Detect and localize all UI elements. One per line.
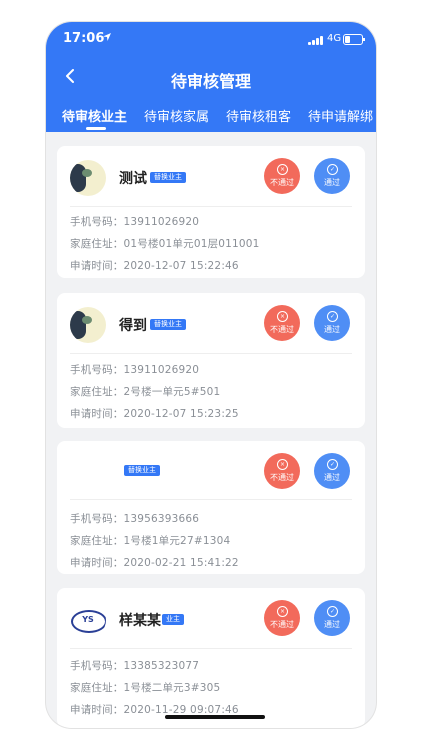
avatar: YS — [70, 602, 106, 638]
apply-time-row: 申请时间：2020-12-07 15:22:46 — [70, 260, 239, 272]
reject-button[interactable]: × 不通过 — [264, 158, 300, 194]
avatar — [70, 160, 106, 196]
apply-time-row: 申请时间：2020-02-21 15:41:22 — [70, 557, 239, 569]
address-row: 家庭住址：2号楼一单元5#501 — [70, 386, 221, 398]
close-circle-icon: × — [277, 606, 288, 617]
battery-icon — [343, 34, 365, 45]
divider — [70, 353, 352, 354]
owner-name: 样某某 — [119, 613, 161, 629]
tab-pending-tenant[interactable]: 待审核租客 — [226, 106, 291, 125]
home-indicator[interactable] — [165, 715, 265, 719]
network-type: 4G — [327, 33, 342, 44]
check-circle-icon: ✓ — [327, 164, 338, 175]
avatar — [70, 307, 106, 343]
reject-button[interactable]: × 不通过 — [264, 453, 300, 489]
check-circle-icon: ✓ — [327, 606, 338, 617]
tab-bar: 待审核业主 待审核家属 待审核租客 待申请解绑 — [46, 106, 376, 132]
approve-button[interactable]: ✓ 通过 — [314, 600, 350, 636]
close-circle-icon: × — [277, 164, 288, 175]
phone-row: 手机号码：13911026920 — [70, 216, 200, 228]
location-arrow-icon — [103, 33, 111, 41]
status-badge: 替换业主 — [150, 319, 186, 330]
address-row: 家庭住址：01号楼01单元01层011001 — [70, 238, 260, 250]
approve-button[interactable]: ✓ 通过 — [314, 453, 350, 489]
phone-row: 手机号码：13385323077 — [70, 660, 200, 672]
divider — [70, 648, 352, 649]
status-badge: 替换业主 — [124, 465, 160, 476]
reject-button[interactable]: × 不通过 — [264, 305, 300, 341]
status-badge: 业主 — [162, 614, 184, 625]
list-item: 测试 替换业主 × 不通过 ✓ 通过 手机号码：13911026920 家庭住址：0… — [57, 146, 365, 278]
active-tab-indicator — [86, 127, 106, 130]
list-item: 替换业主 × 不通过 ✓ 通过 手机号码：13956393666 家庭住址：1号楼1… — [57, 441, 365, 574]
divider — [70, 499, 352, 500]
address-row: 家庭住址：1号楼1单元27#1304 — [70, 535, 231, 547]
reject-button[interactable]: × 不通过 — [264, 600, 300, 636]
signal-icon — [308, 36, 324, 45]
approve-button[interactable]: ✓ 通过 — [314, 158, 350, 194]
status-time: 17:06 — [63, 31, 105, 46]
tab-pending-family[interactable]: 待审核家属 — [144, 106, 209, 125]
app-header: 17:06 4G 待审核管理 待审核业主 待审核家属 待审核租客 待申请解绑 — [46, 22, 376, 132]
tab-pending-unbind[interactable]: 待申请解绑 — [308, 106, 373, 125]
approve-button[interactable]: ✓ 通过 — [314, 305, 350, 341]
check-circle-icon: ✓ — [327, 459, 338, 470]
list-item: YS 样某某 业主 × 不通过 ✓ 通过 手机号码：13385323077 家庭住址… — [57, 588, 365, 728]
phone-screen: 17:06 4G 待审核管理 待审核业主 待审核家属 待审核租客 待申请解绑 测… — [46, 22, 376, 728]
tab-pending-owner[interactable]: 待审核业主 — [62, 106, 127, 125]
status-badge: 替换业主 — [150, 172, 186, 183]
close-circle-icon: × — [277, 459, 288, 470]
phone-row: 手机号码：13911026920 — [70, 364, 200, 376]
close-circle-icon: × — [277, 311, 288, 322]
apply-time-row: 申请时间：2020-12-07 15:23:25 — [70, 408, 239, 420]
owner-name: 测试 — [119, 171, 147, 187]
address-row: 家庭住址：1号楼二单元3#305 — [70, 682, 221, 694]
page-title: 待审核管理 — [170, 72, 251, 91]
owner-name: 得到 — [119, 318, 147, 334]
list-item: 得到 替换业主 × 不通过 ✓ 通过 手机号码：13911026920 家庭住址：2… — [57, 293, 365, 428]
divider — [70, 206, 352, 207]
phone-row: 手机号码：13956393666 — [70, 513, 200, 525]
status-bar: 17:06 4G — [46, 22, 376, 54]
check-circle-icon: ✓ — [327, 311, 338, 322]
